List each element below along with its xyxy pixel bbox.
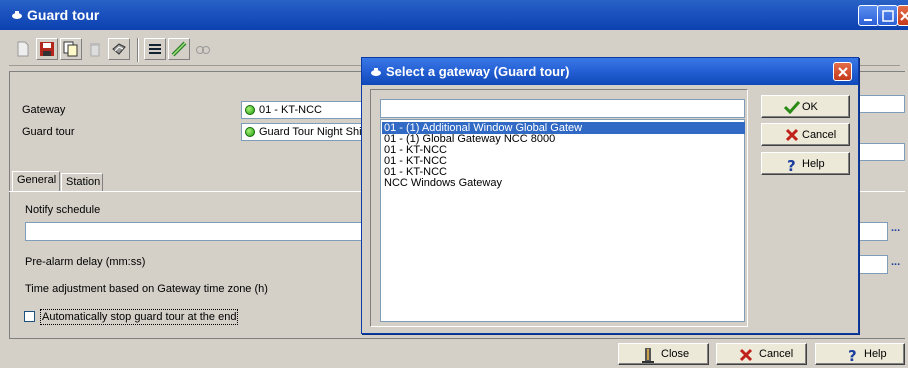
notify-schedule-input-tail[interactable] — [858, 222, 888, 241]
delete-button[interactable] — [84, 38, 106, 60]
status-dot-icon — [245, 105, 255, 115]
auto-stop-label: Automatically stop guard tour at the end — [40, 309, 239, 325]
question-icon: ? — [787, 157, 796, 173]
close-door-icon — [642, 348, 654, 363]
guard-tour-field[interactable]: Guard Tour Night Shift # — [241, 123, 365, 141]
guard-tour-window: Guard tour Gateway 01 - KT-NCC Guard tou… — [0, 0, 908, 368]
maximize-icon — [882, 10, 894, 22]
save-icon — [40, 42, 54, 56]
close-icon — [838, 67, 848, 77]
link-button[interactable] — [168, 38, 190, 60]
help-button[interactable]: ? Help — [815, 343, 905, 365]
title-bar[interactable]: Guard tour — [0, 0, 908, 30]
dialog-cancel-label: Cancel — [802, 129, 837, 141]
list-button[interactable] — [144, 38, 166, 60]
list-item[interactable]: NCC Windows Gateway — [382, 177, 745, 189]
close-icon — [900, 11, 908, 21]
new-icon — [17, 41, 29, 57]
pre-alarm-input[interactable] — [858, 255, 888, 274]
copy-button[interactable] — [60, 38, 82, 60]
print-icon — [112, 43, 126, 55]
dialog-cancel-button[interactable]: Cancel — [761, 123, 850, 146]
x-icon — [739, 348, 753, 362]
gateway-search-input[interactable] — [380, 99, 745, 118]
right-field-2[interactable] — [858, 143, 905, 161]
dialog-help-label: Help — [802, 158, 825, 170]
toolbar-separator — [137, 38, 139, 62]
print-button[interactable] — [108, 38, 130, 60]
notify-schedule-browse-button[interactable]: ... — [891, 222, 900, 234]
dialog-title: Select a gateway (Guard tour) — [386, 64, 570, 79]
right-field-1[interactable] — [858, 95, 905, 113]
svg-text:?: ? — [848, 347, 857, 363]
close-window-button[interactable] — [897, 5, 908, 26]
cancel-button-label: Cancel — [759, 348, 794, 360]
pre-alarm-browse-button[interactable]: ... — [891, 256, 900, 268]
maximize-button[interactable] — [877, 5, 898, 26]
minimize-button[interactable] — [858, 5, 879, 26]
dialog-title-bar[interactable]: Select a gateway (Guard tour) — [362, 58, 858, 85]
pre-alarm-label: Pre-alarm delay (mm:ss) — [25, 256, 146, 268]
notify-schedule-input[interactable] — [25, 222, 365, 241]
cancel-button[interactable]: Cancel — [716, 343, 807, 365]
gateway-field[interactable]: 01 - KT-NCC — [241, 101, 365, 119]
gateway-label: Gateway — [22, 104, 66, 116]
question-icon: ? — [848, 347, 857, 363]
list-icon — [149, 44, 161, 54]
find-button[interactable] — [192, 38, 214, 60]
app-icon — [371, 68, 381, 76]
notify-schedule-label: Notify schedule — [25, 204, 101, 216]
svg-text:?: ? — [787, 157, 796, 173]
dialog-close-button[interactable] — [833, 62, 852, 81]
tab-general[interactable]: General — [12, 171, 60, 192]
app-icon — [12, 11, 22, 19]
new-button[interactable] — [12, 38, 34, 60]
tab-station[interactable]: Station — [61, 173, 103, 192]
ok-button-label: OK — [802, 101, 818, 113]
dialog-help-button[interactable]: ? Help — [761, 152, 850, 175]
delete-icon — [90, 43, 100, 57]
window-title: Guard tour — [27, 7, 100, 23]
gateway-list[interactable]: 01 - (1) Additional Window Global Gatew … — [380, 119, 745, 322]
auto-stop-checkbox[interactable] — [24, 311, 35, 322]
help-button-label: Help — [864, 348, 887, 360]
guard-tour-label: Guard tour — [22, 126, 75, 138]
time-adjust-label: Time adjustment based on Gateway time zo… — [25, 283, 268, 295]
save-button[interactable] — [36, 38, 58, 60]
tab-station-label: Station — [66, 176, 101, 188]
find-icon — [196, 46, 210, 54]
status-dot-icon — [245, 127, 255, 137]
checkmark-icon — [784, 100, 800, 114]
copy-icon — [63, 41, 78, 57]
select-gateway-dialog: Select a gateway (Guard tour) 01 - (1) A… — [361, 57, 859, 334]
link-icon — [171, 41, 187, 57]
close-button[interactable]: Close — [618, 343, 709, 365]
x-icon — [785, 128, 799, 142]
ok-button[interactable]: OK — [761, 95, 850, 118]
guard-tour-value: Guard Tour Night Shift # — [259, 126, 364, 138]
close-button-label: Close — [661, 348, 690, 360]
tab-general-label: General — [17, 174, 57, 186]
gateway-value: 01 - KT-NCC — [259, 104, 322, 116]
